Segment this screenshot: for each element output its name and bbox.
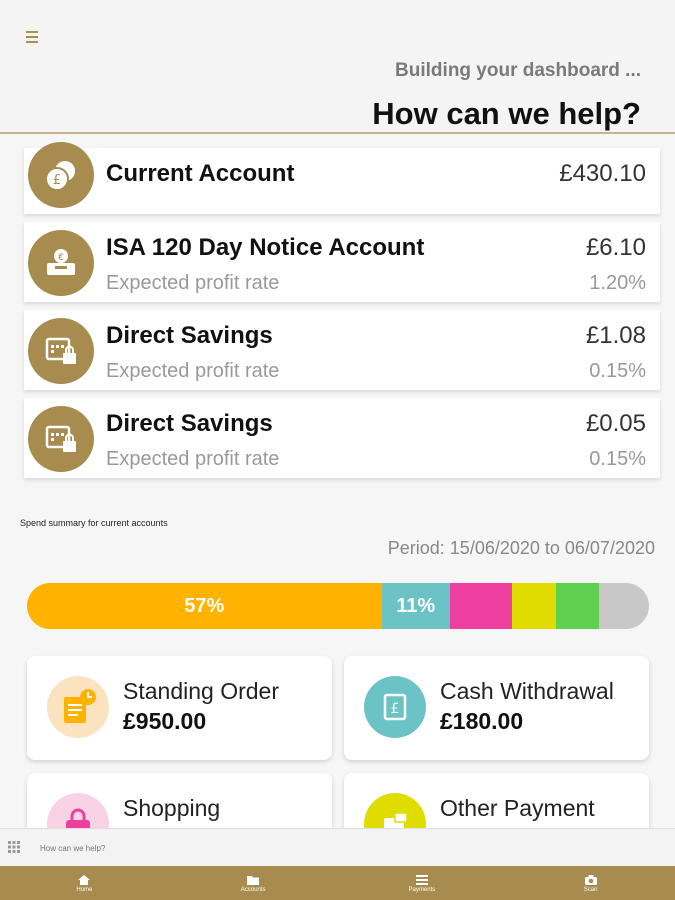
spend-segment[interactable] <box>555 583 600 629</box>
bottom-tab-bar: Home Accounts Payments Scan <box>0 866 675 900</box>
account-card-direct-savings[interactable]: Direct Savings £0.05 Expected profit rat… <box>24 398 660 478</box>
calendar-lock-icon <box>28 406 94 472</box>
grid-icon[interactable] <box>8 841 20 853</box>
tab-payments[interactable]: Payments <box>338 866 507 900</box>
spend-segment[interactable] <box>449 583 513 629</box>
calendar-lock-icon <box>28 318 94 384</box>
profit-rate: 1.20% <box>589 272 646 294</box>
category-card-standing-order[interactable]: Standing Order £950.00 <box>27 656 332 760</box>
accounts-list: £ Current Account £430.10 € ISA 120 Day … <box>24 142 660 486</box>
tab-accounts[interactable]: Accounts <box>169 866 338 900</box>
spend-segment[interactable]: 57% <box>27 583 382 629</box>
help-search-input[interactable] <box>40 837 640 859</box>
tab-scan[interactable]: Scan <box>506 866 675 900</box>
account-balance: £1.08 <box>585 322 646 349</box>
cash-withdrawal-icon: £ <box>364 676 426 738</box>
account-name: Current Account <box>106 160 295 187</box>
category-card-cash-withdrawal[interactable]: £ Cash Withdrawal £180.00 <box>344 656 649 760</box>
rate-label: Expected profit rate <box>106 448 280 470</box>
account-name: Direct Savings <box>106 322 273 349</box>
loading-status: Building your dashboard ... <box>395 60 641 81</box>
profit-rate: 0.15% <box>589 448 646 470</box>
spend-period: Period: 15/06/2020 to 06/07/2020 <box>387 538 655 558</box>
home-icon <box>78 874 91 885</box>
account-name: Direct Savings <box>106 410 273 437</box>
spend-breakdown-bar[interactable]: 57% 11% <box>27 583 649 629</box>
tab-label: Accounts <box>240 886 266 893</box>
piggy-bank-icon: € <box>28 230 94 296</box>
spend-segment[interactable] <box>512 583 556 629</box>
spend-segment[interactable] <box>599 583 649 629</box>
tab-label: Scan <box>583 886 598 893</box>
svg-text:€: € <box>58 253 64 263</box>
header: Building your dashboard ... How can we h… <box>0 0 675 134</box>
category-name: Standing Order <box>123 678 279 704</box>
help-bar <box>0 828 675 866</box>
profit-rate: 0.15% <box>589 360 646 382</box>
account-card-isa[interactable]: € ISA 120 Day Notice Account £6.10 Expec… <box>24 222 660 302</box>
account-card-direct-savings[interactable]: Direct Savings £1.08 Expected profit rat… <box>24 310 660 390</box>
rate-label: Expected profit rate <box>106 360 280 382</box>
account-card-current[interactable]: £ Current Account £430.10 <box>24 142 660 214</box>
svg-text:£: £ <box>53 173 61 188</box>
category-amount: £950.00 <box>123 708 207 734</box>
category-name: Other Payment <box>440 795 595 821</box>
svg-text:£: £ <box>391 701 400 717</box>
category-name: Cash Withdrawal <box>440 678 614 704</box>
account-balance: £6.10 <box>585 234 646 261</box>
camera-icon <box>584 874 597 885</box>
tab-label: Payments <box>408 886 436 893</box>
standing-order-icon <box>47 676 109 738</box>
category-amount: £180.00 <box>440 708 524 734</box>
account-balance: £430.10 <box>559 160 646 187</box>
hamburger-icon[interactable] <box>24 28 44 46</box>
account-name: ISA 120 Day Notice Account <box>106 234 425 261</box>
rate-label: Expected profit rate <box>106 272 280 294</box>
spend-summary-label: Spend summary for current accounts <box>20 518 168 528</box>
category-name: Shopping <box>123 795 221 821</box>
account-balance: £0.05 <box>585 410 646 437</box>
tab-home[interactable]: Home <box>0 866 169 900</box>
tab-label: Home <box>76 886 93 893</box>
list-icon <box>415 874 428 885</box>
spend-segment[interactable]: 11% <box>381 583 450 629</box>
coins-icon: £ <box>28 142 94 208</box>
folder-icon <box>247 875 260 885</box>
page-title: How can we help? <box>372 96 641 131</box>
